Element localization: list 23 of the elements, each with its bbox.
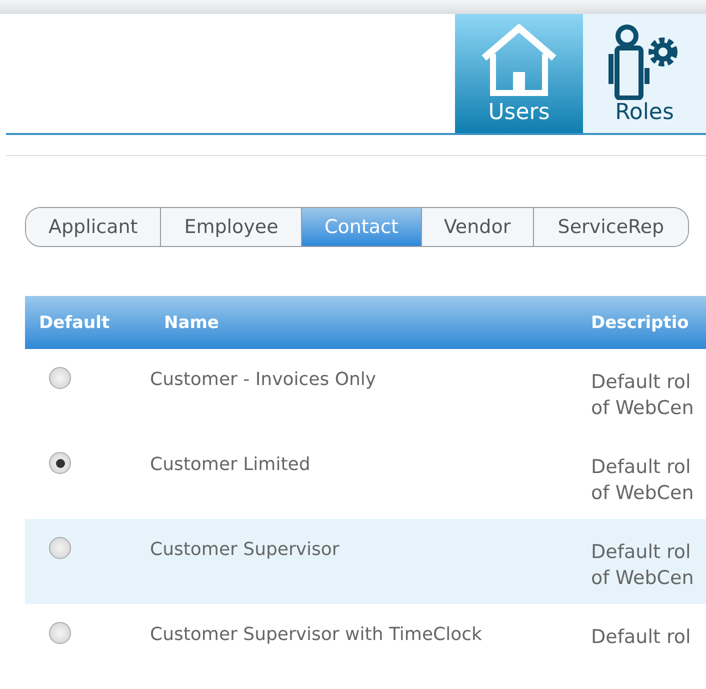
radio-button[interactable] — [49, 622, 71, 644]
nav-tile[interactable]: Users — [455, 14, 583, 133]
role-name: Customer Supervisor with TimeClock — [150, 624, 483, 645]
role-description: Default rol of WebCen — [591, 455, 695, 506]
role-name: Customer Supervisor — [150, 539, 340, 560]
role-name: Customer - Invoices Only — [150, 369, 378, 390]
tab[interactable]: Employee — [160, 208, 302, 246]
tab[interactable]: Vendor — [420, 208, 533, 246]
table-row[interactable]: Customer Supervisor Default rol of WebCen — [25, 519, 706, 604]
column-header: Descriptio — [591, 312, 690, 332]
column-header: Default — [38, 312, 111, 332]
role-description: Default rol of WebCen — [591, 370, 695, 421]
radio-button[interactable] — [49, 452, 71, 474]
tab[interactable]: ServiceRep — [532, 208, 688, 246]
radio-button[interactable] — [49, 367, 71, 389]
radio-button[interactable] — [49, 537, 71, 559]
house-icon — [480, 24, 558, 96]
nav-tile[interactable]: Roles — [583, 14, 706, 133]
role-description: Default rol of WebCen — [591, 540, 695, 591]
role-description: Default rol — [591, 625, 692, 650]
role-name: Customer Limited — [150, 454, 312, 475]
tab[interactable]: Applicant — [26, 208, 160, 246]
column-header: Name — [163, 312, 220, 332]
